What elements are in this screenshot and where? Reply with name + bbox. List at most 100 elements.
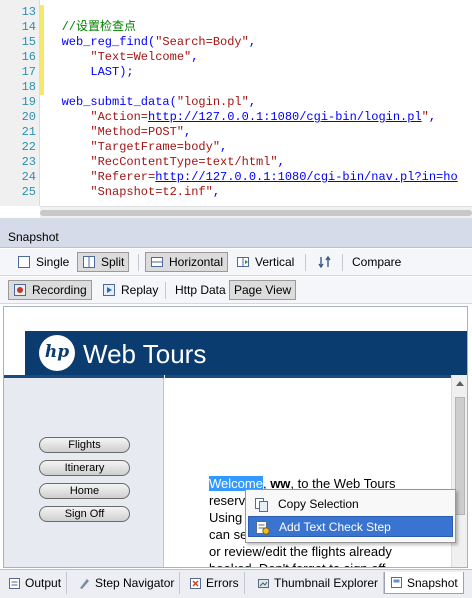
site-title: Web Tours (83, 339, 207, 369)
bottom-tab-bar: Output Step Navigator Errors Thumbnail E… (0, 569, 472, 598)
editor-scroll-thumb[interactable] (40, 210, 472, 216)
thumbnail-explorer-icon (257, 577, 270, 590)
code-text: "Method=POST", (90, 125, 192, 139)
tab-output[interactable]: Output (3, 572, 68, 594)
line-number: 18 (21, 80, 36, 94)
single-view-icon (17, 255, 31, 269)
tab-step-navigator[interactable]: Step Navigator (73, 572, 181, 594)
page-scroll-thumb[interactable] (455, 397, 465, 515)
code-text: "Snapshot=t2.inf", (90, 185, 221, 199)
recording-icon (13, 283, 27, 297)
nav-flights-button[interactable]: Flights (39, 437, 130, 453)
modified-line-marker (40, 50, 44, 65)
code-line[interactable]: 15 web_reg_find("Search=Body", (0, 35, 472, 50)
code-text: "Referer=http://127.0.0.1:1080/cgi-bin/n… (90, 170, 458, 184)
code-line[interactable]: 13 (0, 5, 472, 20)
horizontal-layout-button[interactable]: Horizontal (145, 252, 229, 272)
code-line[interactable]: 18 (0, 80, 472, 95)
code-line[interactable]: 25 "Snapshot=t2.inf", (0, 185, 472, 200)
web-tours-banner: hp Web Tours (25, 331, 467, 375)
hp-logo: hp (39, 335, 75, 371)
modified-line-marker (40, 80, 44, 95)
tab-thumbnail-explorer[interactable]: Thumbnail Explorer (252, 572, 385, 594)
single-view-button[interactable]: Single (12, 252, 74, 272)
line-number: 22 (21, 140, 36, 154)
code-line[interactable]: 14 //设置检查点 (0, 20, 472, 35)
compare-label: Compare (352, 255, 402, 269)
navigation-frame: Flights Itinerary Home Sign Off (4, 375, 164, 567)
code-line[interactable]: 20 "Action=http://127.0.0.1:1080/cgi-bin/… (0, 110, 472, 125)
horizontal-layout-icon (150, 255, 164, 269)
vertical-layout-icon (236, 255, 250, 269)
scroll-up-arrow-icon[interactable] (456, 381, 464, 386)
code-text: "Text=Welcome", (90, 50, 199, 64)
horizontal-layout-label: Horizontal (169, 255, 224, 269)
line-number: 15 (21, 35, 36, 49)
vertical-layout-button[interactable]: Vertical (231, 252, 299, 272)
modified-line-marker (40, 20, 44, 35)
pane-title: Snapshot (8, 230, 59, 244)
code-line[interactable]: 17 LAST); (0, 65, 472, 80)
code-line[interactable]: 16 "Text=Welcome", (0, 50, 472, 65)
modified-line-marker (40, 5, 44, 20)
sync-button[interactable] (313, 252, 342, 272)
copy-icon (254, 497, 269, 512)
compare-button[interactable]: Compare (347, 252, 406, 272)
code-text: web_reg_find("Search=Body", (61, 35, 257, 49)
line-number: 20 (21, 110, 36, 124)
output-icon (8, 577, 21, 590)
page-view-button[interactable]: Page View (229, 280, 297, 300)
split-view-icon (82, 255, 96, 269)
code-line[interactable]: 21 "Method=POST", (0, 125, 472, 140)
http-data-button[interactable]: Http Data (170, 280, 231, 300)
toolbar-separator (138, 254, 139, 271)
snapshot-source-toolbar: Recording Replay Http Data Page View (0, 277, 472, 304)
script-editor[interactable]: 13 14 //设置检查点 15 web_reg_find("Search=Body",… (0, 0, 472, 206)
nav-home-button[interactable]: Home (39, 483, 130, 499)
snapshot-pane-header: Snapshot (0, 226, 472, 248)
toolbar-separator (305, 254, 306, 271)
add-text-check-step-menu-item[interactable]: Add Text Check Step (248, 516, 453, 537)
modified-line-marker (40, 35, 44, 50)
replay-label: Replay (121, 283, 159, 297)
editor-horizontal-scrollbar[interactable] (40, 206, 472, 218)
toolbar-separator (342, 254, 343, 271)
hp-logo-text: hp (44, 342, 70, 362)
snapshot-icon (390, 576, 403, 589)
toolbar-separator (165, 282, 166, 299)
vertical-layout-label: Vertical (255, 255, 295, 269)
snapshot-view-toolbar: Single Split Horizontal Vertical Compare (0, 249, 472, 276)
replay-icon (102, 283, 116, 297)
code-text: "RecContentType=text/html", (90, 155, 285, 169)
nav-sign-off-button[interactable]: Sign Off (39, 506, 130, 522)
code-line[interactable]: 24 "Referer=http://127.0.0.1:1080/cgi-bin… (0, 170, 472, 185)
tab-snapshot[interactable]: Snapshot (384, 572, 464, 594)
line-number: 21 (21, 125, 36, 139)
single-view-label: Single (36, 255, 70, 269)
sync-icon (318, 255, 332, 269)
http-data-label: Http Data (175, 283, 226, 297)
replay-button[interactable]: Replay (97, 280, 163, 300)
tab-errors[interactable]: Errors (184, 572, 245, 594)
nav-itinerary-button[interactable]: Itinerary (39, 460, 130, 476)
code-line[interactable]: 23 "RecContentType=text/html", (0, 155, 472, 170)
text-check-icon (255, 520, 270, 535)
pane-splitter[interactable] (0, 218, 472, 226)
split-view-button[interactable]: Split (77, 252, 130, 272)
code-text: //设置检查点 (61, 20, 136, 34)
line-number: 14 (21, 20, 36, 34)
code-text: "Action=http://127.0.0.1:1080/cgi-bin/lo… (90, 110, 437, 124)
code-text: LAST); (90, 65, 134, 79)
code-line[interactable]: 22 "TargetFrame=body", (0, 140, 472, 155)
line-number: 13 (21, 5, 36, 19)
step-navigator-icon (78, 577, 91, 590)
recording-label: Recording (32, 283, 87, 297)
code-line[interactable]: 19 web_submit_data("login.pl", (0, 95, 472, 110)
line-number: 23 (21, 155, 36, 169)
recording-button[interactable]: Recording (8, 280, 92, 300)
line-number: 17 (21, 65, 36, 79)
modified-line-marker (40, 65, 44, 80)
welcome-line-5: or review/edit the flights already (209, 544, 392, 559)
code-text: "TargetFrame=body", (90, 140, 228, 154)
copy-selection-menu-item[interactable]: Copy Selection (248, 494, 453, 515)
